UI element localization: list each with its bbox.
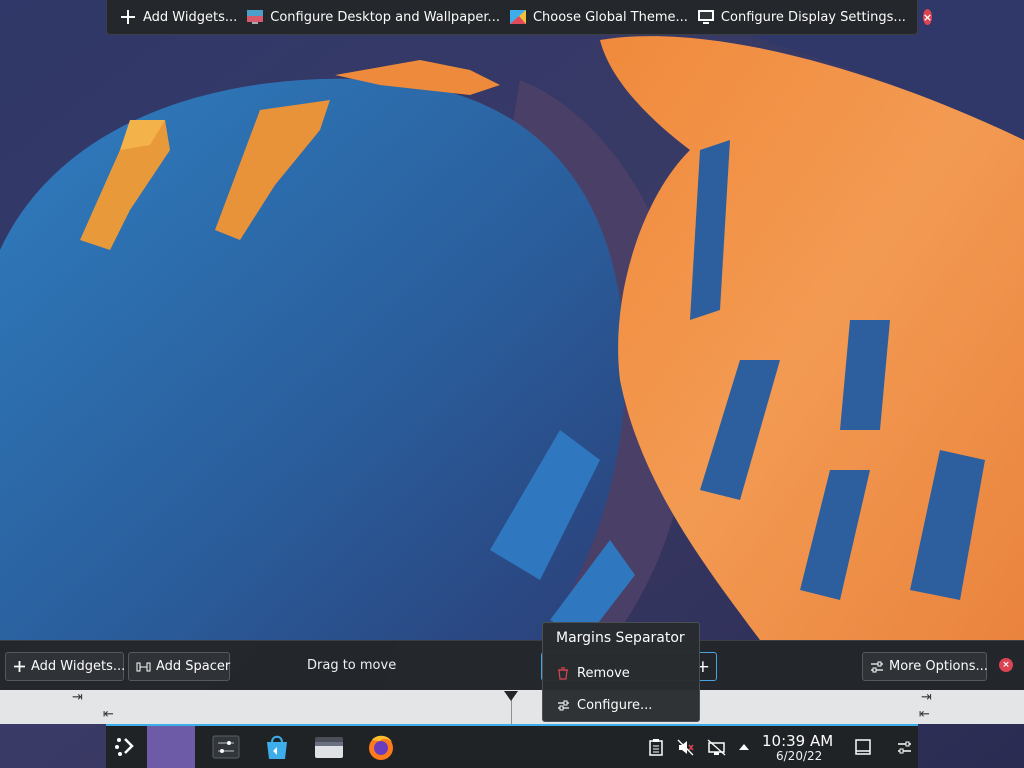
min-length-left-handle-icon[interactable]: ⇤ (103, 708, 114, 721)
configure-icon (556, 700, 570, 711)
panel-add-widgets-button[interactable]: Add Widgets... (5, 652, 126, 681)
display-settings-icon (697, 9, 715, 25)
volume-muted-icon[interactable] (676, 726, 694, 768)
drag-to-move-label[interactable]: Drag to move (307, 658, 396, 673)
remove-label: Remove (577, 665, 630, 681)
panel-add-widgets-label: Add Widgets... (31, 659, 126, 674)
choose-global-theme-button[interactable]: Choose Global Theme... (507, 0, 695, 34)
desktop-wallpaper-icon (246, 9, 264, 25)
panel-edit-toolbar: Add Widgets... Add Spacer Drag to move +… (0, 640, 1024, 690)
spacer-icon (136, 661, 151, 673)
bottom-panel: 10:39 AM 6/20/22 (106, 724, 918, 768)
plus-icon (119, 9, 137, 25)
popup-title: Margins Separator (556, 630, 685, 646)
network-icon[interactable] (706, 726, 726, 768)
clock-time[interactable]: 10:39 AM (762, 732, 833, 750)
widget-context-popup: Margins Separator Remove Configure... (542, 622, 700, 722)
add-widgets-button[interactable]: Add Widgets... (117, 0, 244, 34)
file-manager-icon[interactable] (312, 726, 346, 768)
firefox-icon[interactable] (364, 726, 398, 768)
configure-icon (870, 661, 884, 673)
show-desktop-icon[interactable] (853, 726, 873, 768)
plus-icon (13, 660, 26, 673)
add-widgets-label: Add Widgets... (143, 9, 238, 25)
more-options-button[interactable]: More Options... (862, 652, 988, 681)
close-icon[interactable]: × (922, 9, 933, 25)
max-length-right-handle-icon[interactable]: ⇥ (921, 691, 932, 704)
panel-configure-icon[interactable] (894, 726, 914, 768)
offset-handle-icon[interactable] (504, 691, 518, 701)
tray-expand-icon[interactable] (736, 726, 752, 768)
close-icon[interactable]: × (999, 658, 1013, 672)
configure-display-label: Configure Display Settings... (720, 9, 906, 25)
min-length-right-handle-icon[interactable]: ⇤ (919, 708, 930, 721)
add-spacer-button[interactable]: Add Spacer (128, 652, 230, 681)
app-launcher-icon[interactable] (110, 726, 142, 768)
clock-date[interactable]: 6/20/22 (776, 749, 822, 763)
configure-desktop-label: Configure Desktop and Wallpaper... (270, 9, 500, 25)
discover-store-icon[interactable] (261, 726, 293, 768)
configure-desktop-button[interactable]: Configure Desktop and Wallpaper... (244, 0, 507, 34)
panel-ruler: ⇥ ⇤ ⇥ ⇤ (0, 690, 1024, 724)
choose-global-theme-label: Choose Global Theme... (532, 9, 688, 25)
clipboard-icon[interactable] (647, 726, 665, 768)
remove-menu-item[interactable]: Remove (543, 659, 699, 687)
max-length-left-handle-icon[interactable]: ⇥ (72, 691, 83, 704)
configure-menu-item[interactable]: Configure... (543, 691, 699, 719)
add-spacer-label: Add Spacer (156, 659, 231, 674)
configure-label: Configure... (577, 697, 653, 713)
configure-display-button[interactable]: Configure Display Settings... (695, 0, 913, 34)
more-options-label: More Options... (889, 659, 988, 674)
pager[interactable] (147, 726, 195, 768)
global-theme-icon (509, 9, 527, 25)
desktop-edit-toolbar: Add Widgets... Configure Desktop and Wal… (106, 0, 933, 35)
system-settings-icon[interactable] (210, 726, 242, 768)
trash-icon (556, 666, 570, 680)
